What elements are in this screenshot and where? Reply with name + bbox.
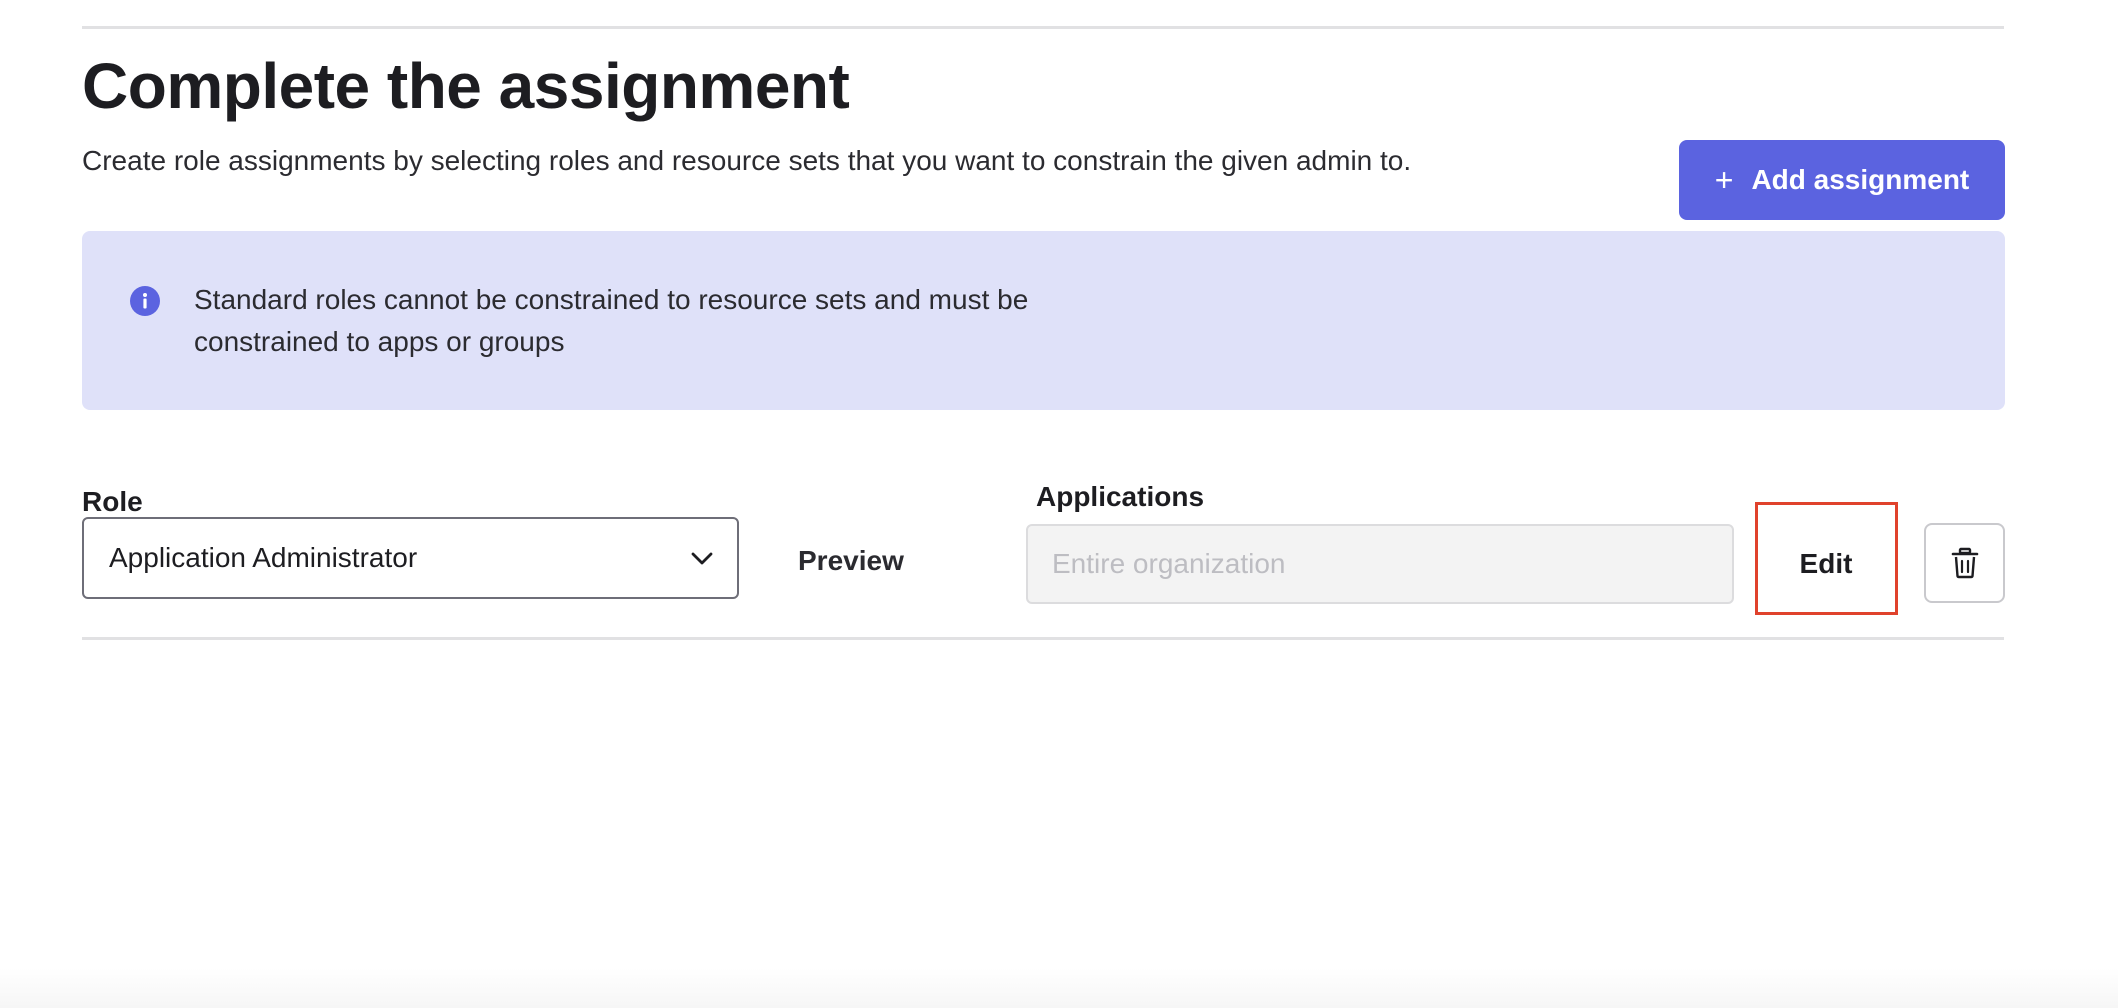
page-title: Complete the assignment xyxy=(82,50,850,122)
bottom-fade xyxy=(0,968,2118,1008)
add-assignment-label: Add assignment xyxy=(1751,164,1970,195)
role-label: Role xyxy=(82,486,143,517)
info-callout: Standard roles cannot be constrained to … xyxy=(82,231,2005,410)
trash-icon xyxy=(1951,547,1978,579)
applications-input[interactable] xyxy=(1026,524,1734,604)
page: Complete the assignment Create role assi… xyxy=(0,0,2118,1008)
role-select-value: Application Administrator xyxy=(109,542,418,573)
preview-link[interactable]: Preview xyxy=(798,545,904,577)
add-assignment-button[interactable]: + Add assignment xyxy=(1679,140,2005,220)
page-description: Create role assignments by selecting rol… xyxy=(82,145,1412,176)
callout-line-1: Standard roles cannot be constrained to … xyxy=(194,284,1029,315)
role-select[interactable]: Application Administrator xyxy=(82,517,739,599)
edit-button[interactable]: Edit xyxy=(1761,524,1891,604)
plus-icon: + xyxy=(1714,162,1734,198)
callout-line-2: constrained to apps or groups xyxy=(194,326,565,357)
info-icon xyxy=(130,286,160,316)
callout-message: Standard roles cannot be constrained to … xyxy=(194,279,1154,363)
bottom-divider xyxy=(82,637,2004,640)
delete-button[interactable] xyxy=(1924,523,2005,603)
chevron-down-icon xyxy=(691,552,713,565)
top-divider xyxy=(82,26,2004,29)
applications-label: Applications xyxy=(1036,481,1205,512)
